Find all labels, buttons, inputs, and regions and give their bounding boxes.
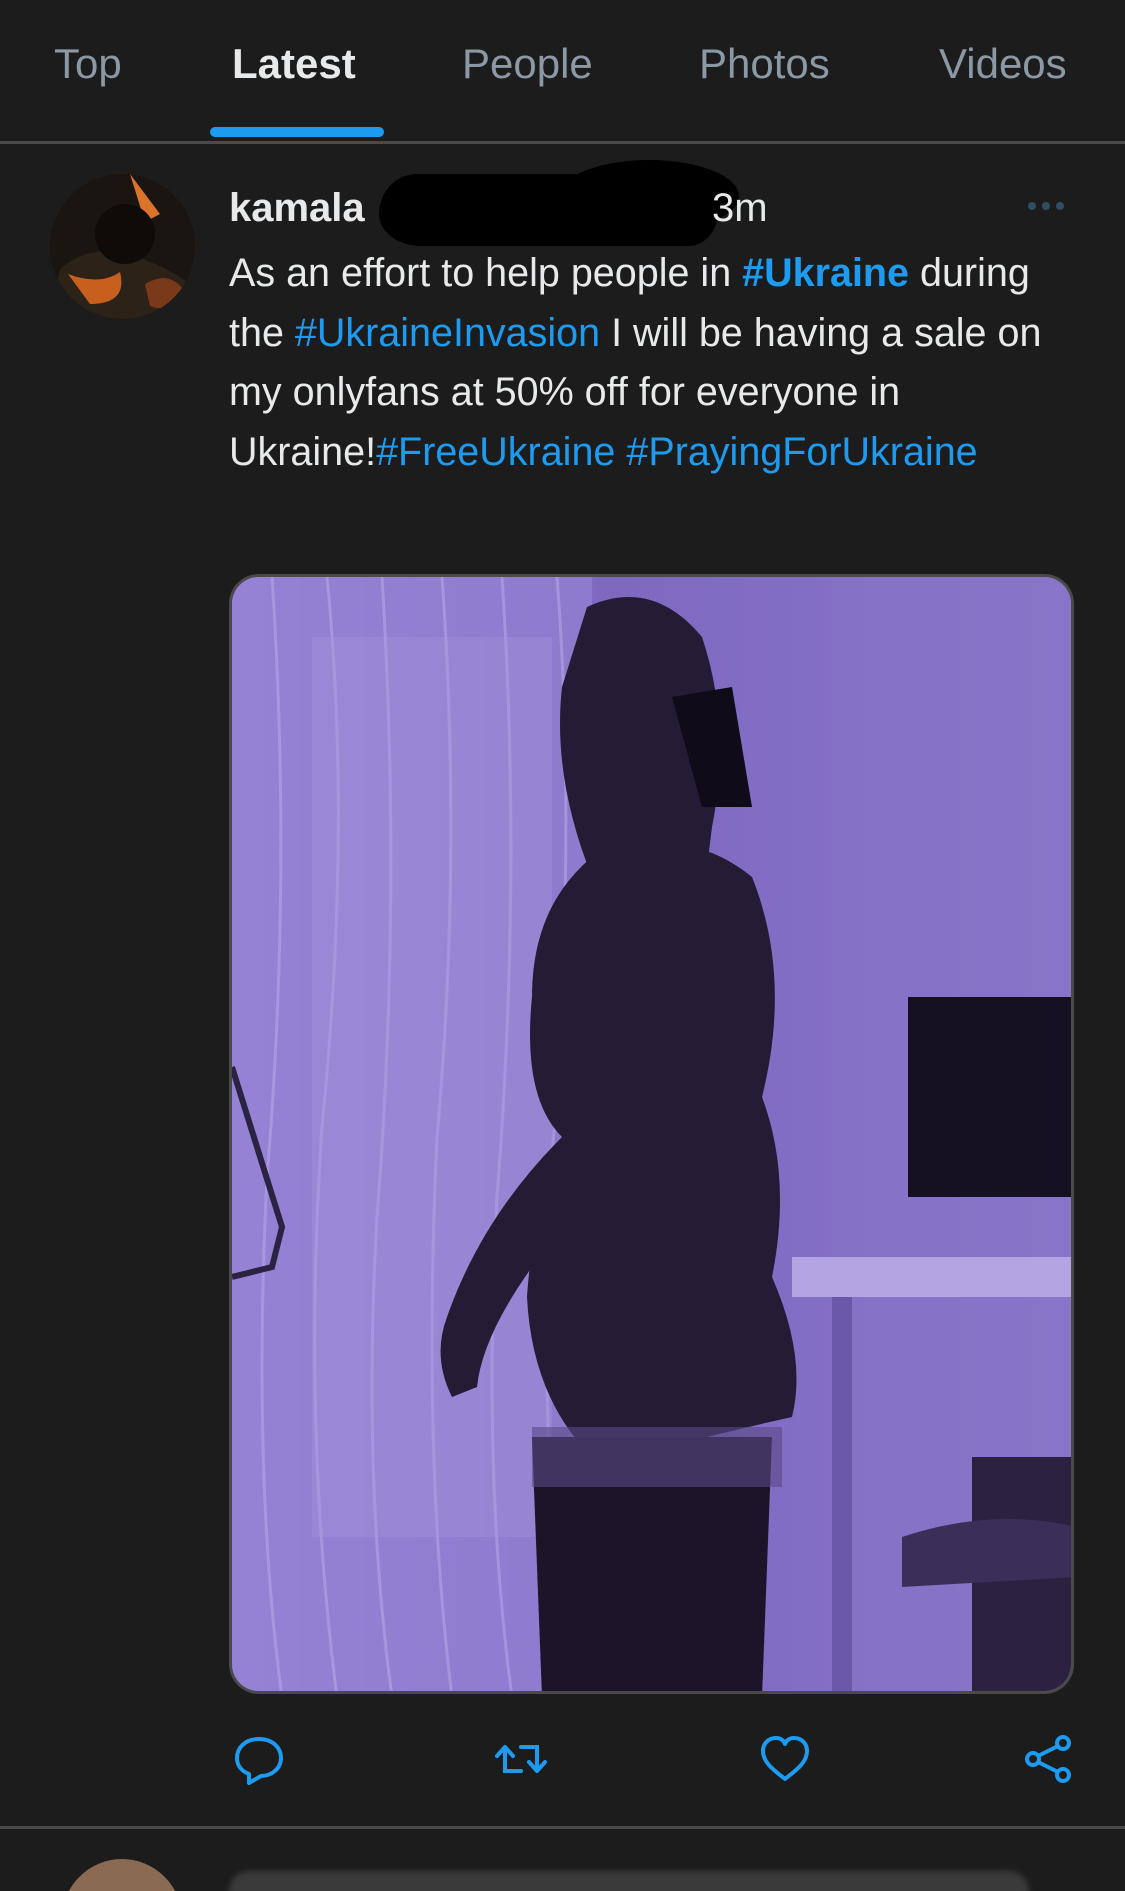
tweet[interactable]: kamala 3m As an effort to help people in… [0, 144, 1125, 1824]
avatar[interactable] [50, 174, 195, 319]
search-tabs: Top Latest People Photos Videos [0, 0, 1125, 143]
next-tweet-partial[interactable] [0, 1829, 1125, 1891]
active-tab-indicator [210, 127, 384, 137]
heart-icon[interactable] [755, 1729, 815, 1789]
tweet-text-segment: As an effort to help people in [229, 251, 743, 295]
share-icon[interactable] [1019, 1729, 1079, 1789]
tab-latest[interactable]: Latest [232, 38, 356, 90]
tab-people[interactable]: People [462, 38, 593, 90]
avatar[interactable] [62, 1859, 182, 1891]
tab-top[interactable]: Top [54, 38, 122, 90]
tweet-text-segment [615, 430, 626, 474]
tweet-media-photo[interactable] [229, 574, 1074, 1694]
hashtag-link[interactable]: #Ukraine [742, 251, 909, 295]
retweet-icon[interactable] [491, 1729, 551, 1789]
author-name[interactable]: kamala [229, 180, 365, 236]
mirror-selfie-photo [232, 577, 1071, 1691]
tab-photos[interactable]: Photos [699, 38, 830, 90]
tweet-actions [229, 1729, 1089, 1789]
reply-bubble-icon[interactable] [229, 1729, 289, 1789]
tab-videos[interactable]: Videos [939, 38, 1067, 90]
timestamp: 3m [712, 186, 768, 230]
hashtag-link[interactable]: #UkraineInvasion [295, 311, 600, 355]
more-horizontal-icon[interactable] [1024, 194, 1068, 218]
tweet-text: As an effort to help people in #Ukraine … [229, 244, 1089, 482]
next-tweet-header-cropped [229, 1871, 1029, 1891]
avatar-image [50, 174, 195, 319]
hashtag-link[interactable]: #FreeUkraine [376, 430, 615, 474]
hashtag-link[interactable]: #PrayingForUkraine [626, 430, 977, 474]
tweet-header: kamala 3m [229, 160, 1069, 246]
